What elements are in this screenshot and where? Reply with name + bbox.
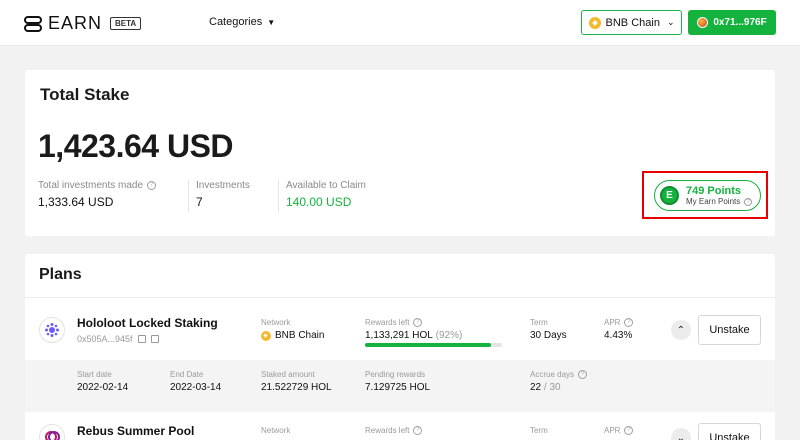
unstake-button[interactable]: Unstake xyxy=(698,315,761,345)
points-label: My Earn Points xyxy=(686,197,741,206)
network-value: BNB Chain xyxy=(261,330,324,341)
rewards-percent: (92%) xyxy=(435,330,463,341)
plan-name: Rebus Summer Pool xyxy=(77,424,195,438)
external-link-icon[interactable] xyxy=(137,335,146,343)
copy-icon[interactable] xyxy=(150,335,159,343)
plans-title: Plans xyxy=(39,266,82,283)
points-value: 749 Points xyxy=(686,185,742,197)
accrue-days-value: 22 / 30 xyxy=(530,382,561,393)
plans-card: Plans Hololoot Locked Staking 0x505A...9… xyxy=(25,254,775,440)
bnb-chain-icon xyxy=(588,16,601,29)
network-label: Network xyxy=(261,426,291,435)
stat-divider xyxy=(278,180,279,212)
wallet-avatar-icon xyxy=(697,17,709,28)
stat-value: 1,333.64 USD xyxy=(38,195,114,209)
rewards-left-value: 1,133,291 HOL (92%) xyxy=(365,330,462,341)
accrue-days-current: 22 xyxy=(530,382,542,393)
help-icon[interactable]: ? xyxy=(147,181,157,190)
unstake-button[interactable]: Unstake xyxy=(698,423,761,440)
chevron-down-icon: ⌄ xyxy=(666,17,675,27)
help-icon[interactable]: ? xyxy=(413,426,423,435)
expand-chevron-down-icon[interactable]: ⌄ xyxy=(671,428,691,440)
help-icon[interactable]: ? xyxy=(578,370,588,379)
caret-down-icon: ▼ xyxy=(267,17,276,27)
stat-value: 140.00 USD xyxy=(286,195,352,209)
rewards-label-text: Rewards left xyxy=(365,426,410,435)
apr-value: 4.43% xyxy=(604,330,633,341)
divider xyxy=(25,297,775,298)
total-stake-value: 1,423.64 USD xyxy=(38,128,234,164)
apr-label-text: APR xyxy=(604,318,621,327)
rewards-amount: 1,133,291 HOL xyxy=(365,330,433,341)
stat-label: Available to Claim xyxy=(286,180,366,191)
accrue-days-total: / 30 xyxy=(543,382,561,393)
help-icon[interactable]: ? xyxy=(413,318,423,327)
stat-value: 7 xyxy=(196,195,203,209)
staked-amount-value: 21.522729 HOL xyxy=(261,382,332,393)
network-name: BNB Chain xyxy=(275,330,325,341)
stat-label: Investments xyxy=(196,180,250,191)
accrue-days-label: Accrue days? xyxy=(530,370,588,379)
apr-label-text: APR xyxy=(604,426,621,435)
earn-coin-icon: E xyxy=(660,186,679,205)
bnb-chain-icon xyxy=(261,330,271,341)
top-header: EARN BETA Categories ▼ BNB Chain ⌄ 0x71.… xyxy=(0,0,800,46)
plan-name: Hololoot Locked Staking xyxy=(77,316,218,330)
rewards-left-label: Rewards left? xyxy=(365,318,423,327)
apr-label: APR? xyxy=(604,318,634,327)
wallet-button[interactable]: 0x71...976F xyxy=(688,10,776,35)
stat-investments: Investments 7 xyxy=(196,180,250,209)
logo-text: EARN xyxy=(48,13,103,33)
start-date-label: Start date xyxy=(77,370,112,379)
plan-details-panel: Start date 2022-02-14 End Date 2022-03-1… xyxy=(25,360,775,412)
earn-logo-icon xyxy=(24,15,42,33)
rewards-left-label: Rewards left? xyxy=(365,426,423,435)
stat-total-investments: Total investments made? 1,333.64 USD xyxy=(38,180,157,209)
earn-logo[interactable]: EARN BETA xyxy=(24,13,142,34)
pending-rewards-value: 7.129725 HOL xyxy=(365,382,431,393)
apr-label: APR? xyxy=(604,426,634,435)
end-date-label: End Date xyxy=(170,370,204,379)
term-label: Term xyxy=(530,318,548,327)
contract-address: 0x505A...945f xyxy=(77,334,133,344)
categories-label: Categories xyxy=(209,16,263,28)
rebus-logo-icon xyxy=(39,424,65,440)
accrue-label-text: Accrue days xyxy=(530,370,575,379)
wallet-address: 0x71...976F xyxy=(713,17,767,28)
beta-badge: BETA xyxy=(110,17,142,30)
chain-label: BNB Chain xyxy=(605,16,660,29)
pending-rewards-label: Pending rewards xyxy=(365,370,426,379)
categories-dropdown[interactable]: Categories ▼ xyxy=(209,16,275,28)
end-date-value: 2022-03-14 xyxy=(170,382,222,393)
collapse-chevron-up-icon[interactable]: ⌃ xyxy=(671,320,691,340)
term-value: 30 Days xyxy=(530,330,567,341)
term-label: Term xyxy=(530,426,548,435)
start-date-value: 2022-02-14 xyxy=(77,382,129,393)
earn-points-pill[interactable]: E 749 Points My Earn Points? xyxy=(654,180,761,211)
plan-address: 0x505A...945f xyxy=(77,334,159,344)
total-stake-title: Total Stake xyxy=(40,85,130,104)
stat-label: Total investments made xyxy=(38,180,144,191)
rewards-progress-bar xyxy=(365,343,502,347)
rewards-progress-fill xyxy=(365,343,492,347)
help-icon[interactable]: ? xyxy=(744,197,753,206)
stat-available-to-claim: Available to Claim 140.00 USD xyxy=(286,180,366,209)
stat-divider xyxy=(188,180,189,212)
network-label: Network xyxy=(261,318,291,327)
points-highlight-box: E 749 Points My Earn Points? xyxy=(642,171,768,219)
help-icon[interactable]: ? xyxy=(624,318,634,327)
chain-selector-button[interactable]: BNB Chain ⌄ xyxy=(581,10,682,35)
rewards-label-text: Rewards left xyxy=(365,318,410,327)
total-stake-card: Total Stake 1,423.64 USD Total investmen… xyxy=(25,70,775,236)
help-icon[interactable]: ? xyxy=(624,426,634,435)
hololoot-logo-icon xyxy=(39,317,65,343)
staked-amount-label: Staked amount xyxy=(261,370,315,379)
